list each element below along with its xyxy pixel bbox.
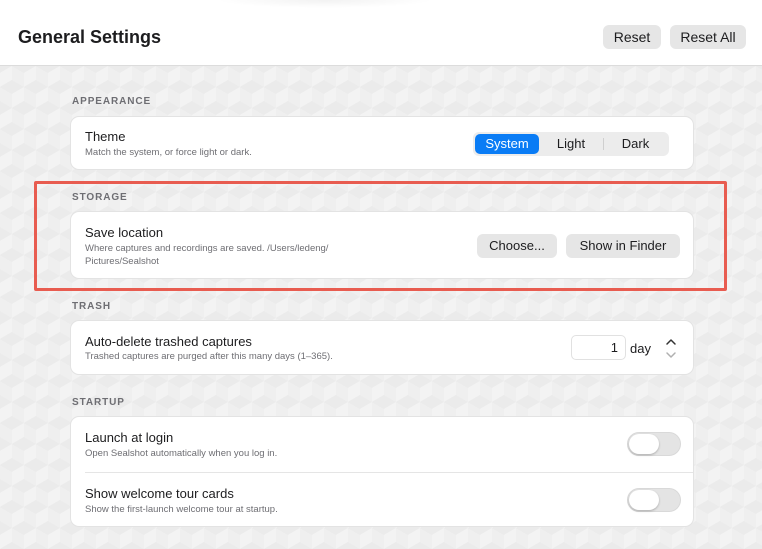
theme-option-dark[interactable]: Dark [604,134,667,154]
section-label-trash: TRASH [72,301,111,312]
theme-segmented-control: System Light Dark [473,132,669,156]
appearance-card: Theme Match the system, or force light o… [70,116,694,170]
window-shadow [215,0,435,8]
toggle-knob [629,434,659,454]
days-unit-label: day [630,341,651,356]
theme-title: Theme [85,129,126,144]
startup-card: Launch at login Open Sealshot automatica… [70,416,694,527]
theme-subtitle: Match the system, or force light or dark… [85,147,252,158]
reset-button[interactable]: Reset [603,25,661,49]
days-stepper [663,335,679,361]
theme-option-light[interactable]: Light [540,134,602,154]
welcome-tour-title: Show welcome tour cards [85,486,234,501]
settings-content: APPEARANCE Theme Match the system, or fo… [0,66,762,549]
welcome-tour-subtitle: Show the first-launch welcome tour at st… [85,504,278,515]
stepper-up-icon[interactable] [663,335,679,347]
reset-all-button[interactable]: Reset All [670,25,746,49]
header-bar: General Settings Reset Reset All [0,0,762,66]
toggle-knob [629,490,659,510]
launch-at-login-title: Launch at login [85,430,174,445]
theme-row: Theme Match the system, or force light o… [71,117,693,171]
section-label-startup: STARTUP [72,397,125,408]
trash-card: Auto-delete trashed captures Trashed cap… [70,320,694,375]
auto-delete-row: Auto-delete trashed captures Trashed cap… [71,321,693,376]
page-title: General Settings [18,27,162,47]
launch-at-login-row: Launch at login Open Sealshot automatica… [71,417,693,472]
launch-at-login-toggle[interactable] [627,432,681,456]
auto-delete-title: Auto-delete trashed captures [85,334,252,349]
auto-delete-subtitle: Trashed captures are purged after this m… [85,351,333,362]
days-input[interactable]: 1 [571,335,626,360]
launch-at-login-subtitle: Open Sealshot automatically when you log… [85,448,278,459]
welcome-tour-row: Show welcome tour cards Show the first-l… [71,473,693,528]
theme-option-system[interactable]: System [475,134,539,154]
stepper-down-icon[interactable] [663,348,679,360]
welcome-tour-toggle[interactable] [627,488,681,512]
section-label-appearance: APPEARANCE [72,96,152,107]
highlight-annotation-box [34,181,727,291]
